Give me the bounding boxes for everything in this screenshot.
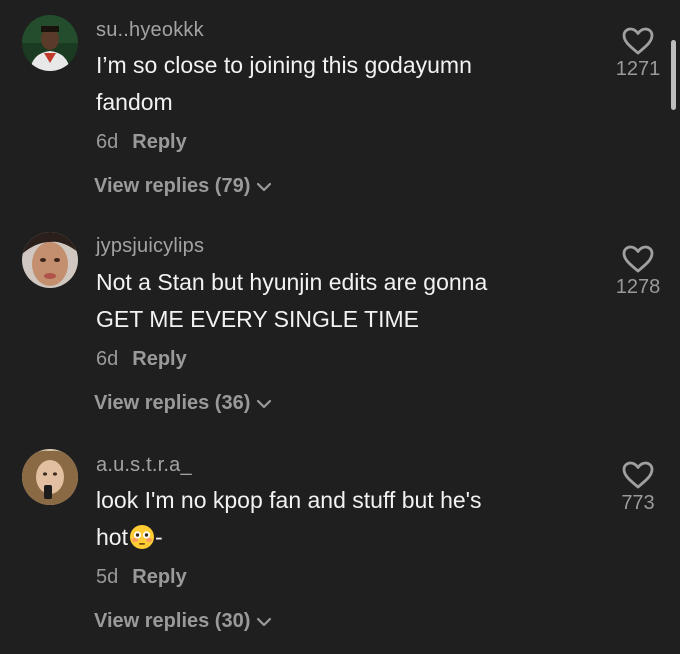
comment-text: Not a Stan but hyunjin edits are gonna G… bbox=[96, 264, 566, 338]
comment-text-fragment: hot bbox=[96, 524, 128, 550]
comment-text: look I'm no kpop fan and stuff but he's … bbox=[96, 482, 566, 556]
comment-text-line: look I'm no kpop fan and stuff but he's bbox=[96, 487, 482, 513]
reply-button[interactable]: Reply bbox=[132, 131, 186, 153]
comment-username[interactable]: jypsjuicylips bbox=[96, 235, 204, 258]
avatar[interactable] bbox=[22, 449, 78, 505]
view-replies-button[interactable]: View replies (30) bbox=[94, 610, 272, 633]
flushed-face-emoji bbox=[129, 525, 154, 549]
comment-text-line: Not a Stan but hyunjin edits are gonna bbox=[96, 269, 488, 295]
comment-text: I’m so close to joining this godayumn fa… bbox=[96, 47, 566, 121]
heart-outline-icon[interactable] bbox=[621, 244, 655, 274]
heart-outline-icon[interactable] bbox=[621, 26, 655, 56]
view-replies-button[interactable]: View replies (79) bbox=[94, 175, 272, 198]
comment-item: a.u.s.t.r.a_ look I'm no kpop fan and st… bbox=[0, 436, 680, 654]
comment-username[interactable]: su..hyeokkk bbox=[96, 19, 204, 42]
avatar[interactable] bbox=[22, 232, 78, 288]
reply-button[interactable]: Reply bbox=[132, 348, 186, 370]
like-control[interactable]: 1278 bbox=[603, 244, 673, 299]
comment-age: 6d bbox=[96, 131, 119, 153]
comment-username[interactable]: a.u.s.t.r.a_ bbox=[96, 454, 192, 477]
like-control[interactable]: 773 bbox=[603, 460, 673, 515]
view-replies-label: View replies (79) bbox=[94, 175, 251, 197]
comment-meta: 6d Reply bbox=[96, 348, 187, 371]
comment-age: 6d bbox=[96, 348, 119, 370]
like-count: 1278 bbox=[615, 276, 661, 298]
comment-item: su..hyeokkk I’m so close to joining this… bbox=[0, 0, 680, 218]
like-control[interactable]: 1271 bbox=[603, 26, 673, 81]
view-replies-label: View replies (30) bbox=[94, 610, 251, 632]
view-replies-label: View replies (36) bbox=[94, 392, 251, 414]
like-count: 1271 bbox=[615, 58, 661, 80]
chevron-down-icon bbox=[257, 399, 272, 408]
comment-text-line-2: hot - bbox=[96, 519, 566, 556]
comment-meta: 6d Reply bbox=[96, 131, 187, 154]
comment-age: 5d bbox=[96, 566, 119, 588]
comment-meta: 5d Reply bbox=[96, 566, 187, 589]
view-replies-button[interactable]: View replies (36) bbox=[94, 392, 272, 415]
reply-button[interactable]: Reply bbox=[132, 566, 186, 588]
avatar[interactable] bbox=[22, 15, 78, 71]
heart-outline-icon[interactable] bbox=[621, 460, 655, 490]
chevron-down-icon bbox=[257, 617, 272, 626]
like-count: 773 bbox=[621, 492, 655, 514]
chevron-down-icon bbox=[257, 182, 272, 191]
comment-text-line: fandom bbox=[96, 89, 173, 115]
comment-text-fragment: - bbox=[154, 524, 163, 550]
comment-text-line: GET ME EVERY SINGLE TIME bbox=[96, 306, 419, 332]
comment-text-line: I’m so close to joining this godayumn bbox=[96, 52, 472, 78]
comment-item: jypsjuicylips Not a Stan but hyunjin edi… bbox=[0, 218, 680, 436]
